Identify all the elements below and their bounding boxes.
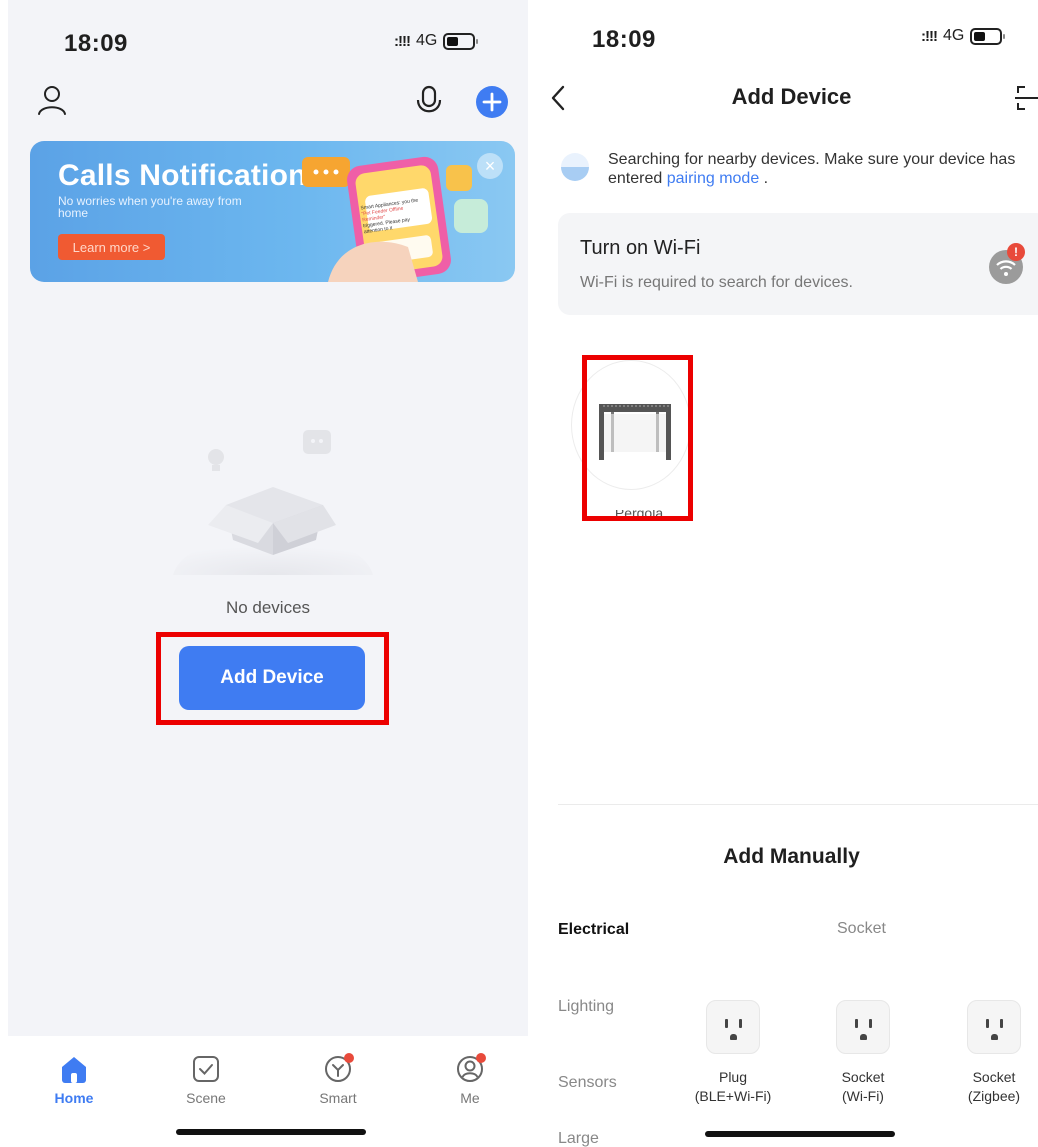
banner-title: Calls Notification: [58, 159, 307, 192]
searching-message: Searching for nearby devices. Make sure …: [608, 151, 1016, 187]
category-sensors[interactable]: Sensors: [558, 1074, 617, 1092]
section-socket-label: Socket: [837, 920, 886, 937]
socket-icon: [706, 1000, 760, 1054]
signal-icon: :!!!: [921, 27, 938, 45]
battery-icon: [443, 32, 479, 50]
banner-close-button[interactable]: ×: [477, 153, 503, 179]
category-lighting[interactable]: Lighting: [558, 998, 614, 1016]
smart-icon: [325, 1053, 354, 1082]
pairing-mode-link[interactable]: pairing mode: [667, 170, 760, 187]
wifi-warning-badge: !: [1007, 243, 1025, 261]
device-item-socket-wifi[interactable]: Socket (Wi-Fi): [808, 1000, 918, 1106]
home-icon: [62, 1057, 86, 1083]
searching-spinner-icon: [561, 153, 589, 181]
wifi-card[interactable]: Turn on Wi-Fi Wi-Fi is required to searc…: [558, 213, 1038, 315]
promo-banner[interactable]: Calls Notification No worries when you'r…: [30, 141, 515, 282]
microphone-icon[interactable]: [415, 85, 443, 117]
home-indicator: [176, 1129, 366, 1135]
no-devices-text: No devices: [225, 598, 311, 617]
tab-scene-label: Scene: [186, 1090, 226, 1106]
tab-home-label: Home: [54, 1090, 94, 1106]
network-label: 4G: [942, 27, 965, 44]
category-large[interactable]: Large: [558, 1130, 599, 1147]
profile-icon[interactable]: [36, 84, 68, 116]
banner-subtitle: No worries when you're away from home: [58, 194, 242, 220]
page-title: Add Device: [731, 84, 852, 109]
device-item-label: Plug (BLE+Wi-Fi): [694, 1069, 772, 1104]
empty-box-illustration: [173, 430, 373, 575]
status-indicators: :!!! 4G: [394, 32, 479, 50]
tab-bar: Home Scene Smart Me: [8, 1036, 528, 1147]
tab-me-label: Me: [460, 1090, 480, 1106]
category-electrical[interactable]: Electrical: [558, 921, 629, 939]
status-time: 18:09: [592, 26, 656, 53]
tab-home[interactable]: Home: [9, 1036, 139, 1106]
status-time: 18:09: [64, 30, 128, 57]
divider: [558, 804, 1038, 805]
device-item-plug-ble-wifi[interactable]: Plug (BLE+Wi-Fi): [678, 1000, 788, 1106]
scene-icon: [193, 1056, 219, 1082]
device-item-socket-zigbee[interactable]: Socket (Zigbee): [939, 1000, 1038, 1106]
network-label: 4G: [415, 32, 438, 49]
device-item-label: Socket (Zigbee): [967, 1069, 1021, 1104]
wifi-card-title: Turn on Wi-Fi: [580, 237, 701, 259]
tab-smart-label: Smart: [319, 1090, 357, 1106]
device-item-label: Socket (Wi-Fi): [841, 1069, 885, 1104]
add-device-screen: 18:09 :!!! 4G Add Device Searching for n…: [545, 0, 1038, 1147]
home-screen: 18:09 :!!! 4G Calls Notification No worr…: [8, 0, 528, 1147]
battery-icon: [970, 27, 1006, 45]
highlight-box: [582, 355, 693, 521]
me-icon: [457, 1053, 486, 1082]
scan-icon[interactable]: [1015, 84, 1038, 112]
highlight-box: [156, 632, 389, 725]
add-manually-title: Add Manually: [723, 845, 860, 868]
add-icon[interactable]: [475, 85, 509, 119]
learn-more-button[interactable]: Learn more >: [58, 234, 165, 260]
status-indicators: :!!! 4G: [921, 27, 1006, 45]
socket-icon: [836, 1000, 890, 1054]
wifi-card-subtitle: Wi-Fi is required to search for devices.: [580, 274, 853, 291]
tab-smart[interactable]: Smart: [273, 1036, 403, 1106]
tab-scene[interactable]: Scene: [141, 1036, 271, 1106]
socket-icon: [967, 1000, 1021, 1054]
tab-me[interactable]: Me: [405, 1036, 528, 1106]
home-indicator: [705, 1131, 895, 1137]
signal-icon: :!!!: [394, 32, 411, 50]
